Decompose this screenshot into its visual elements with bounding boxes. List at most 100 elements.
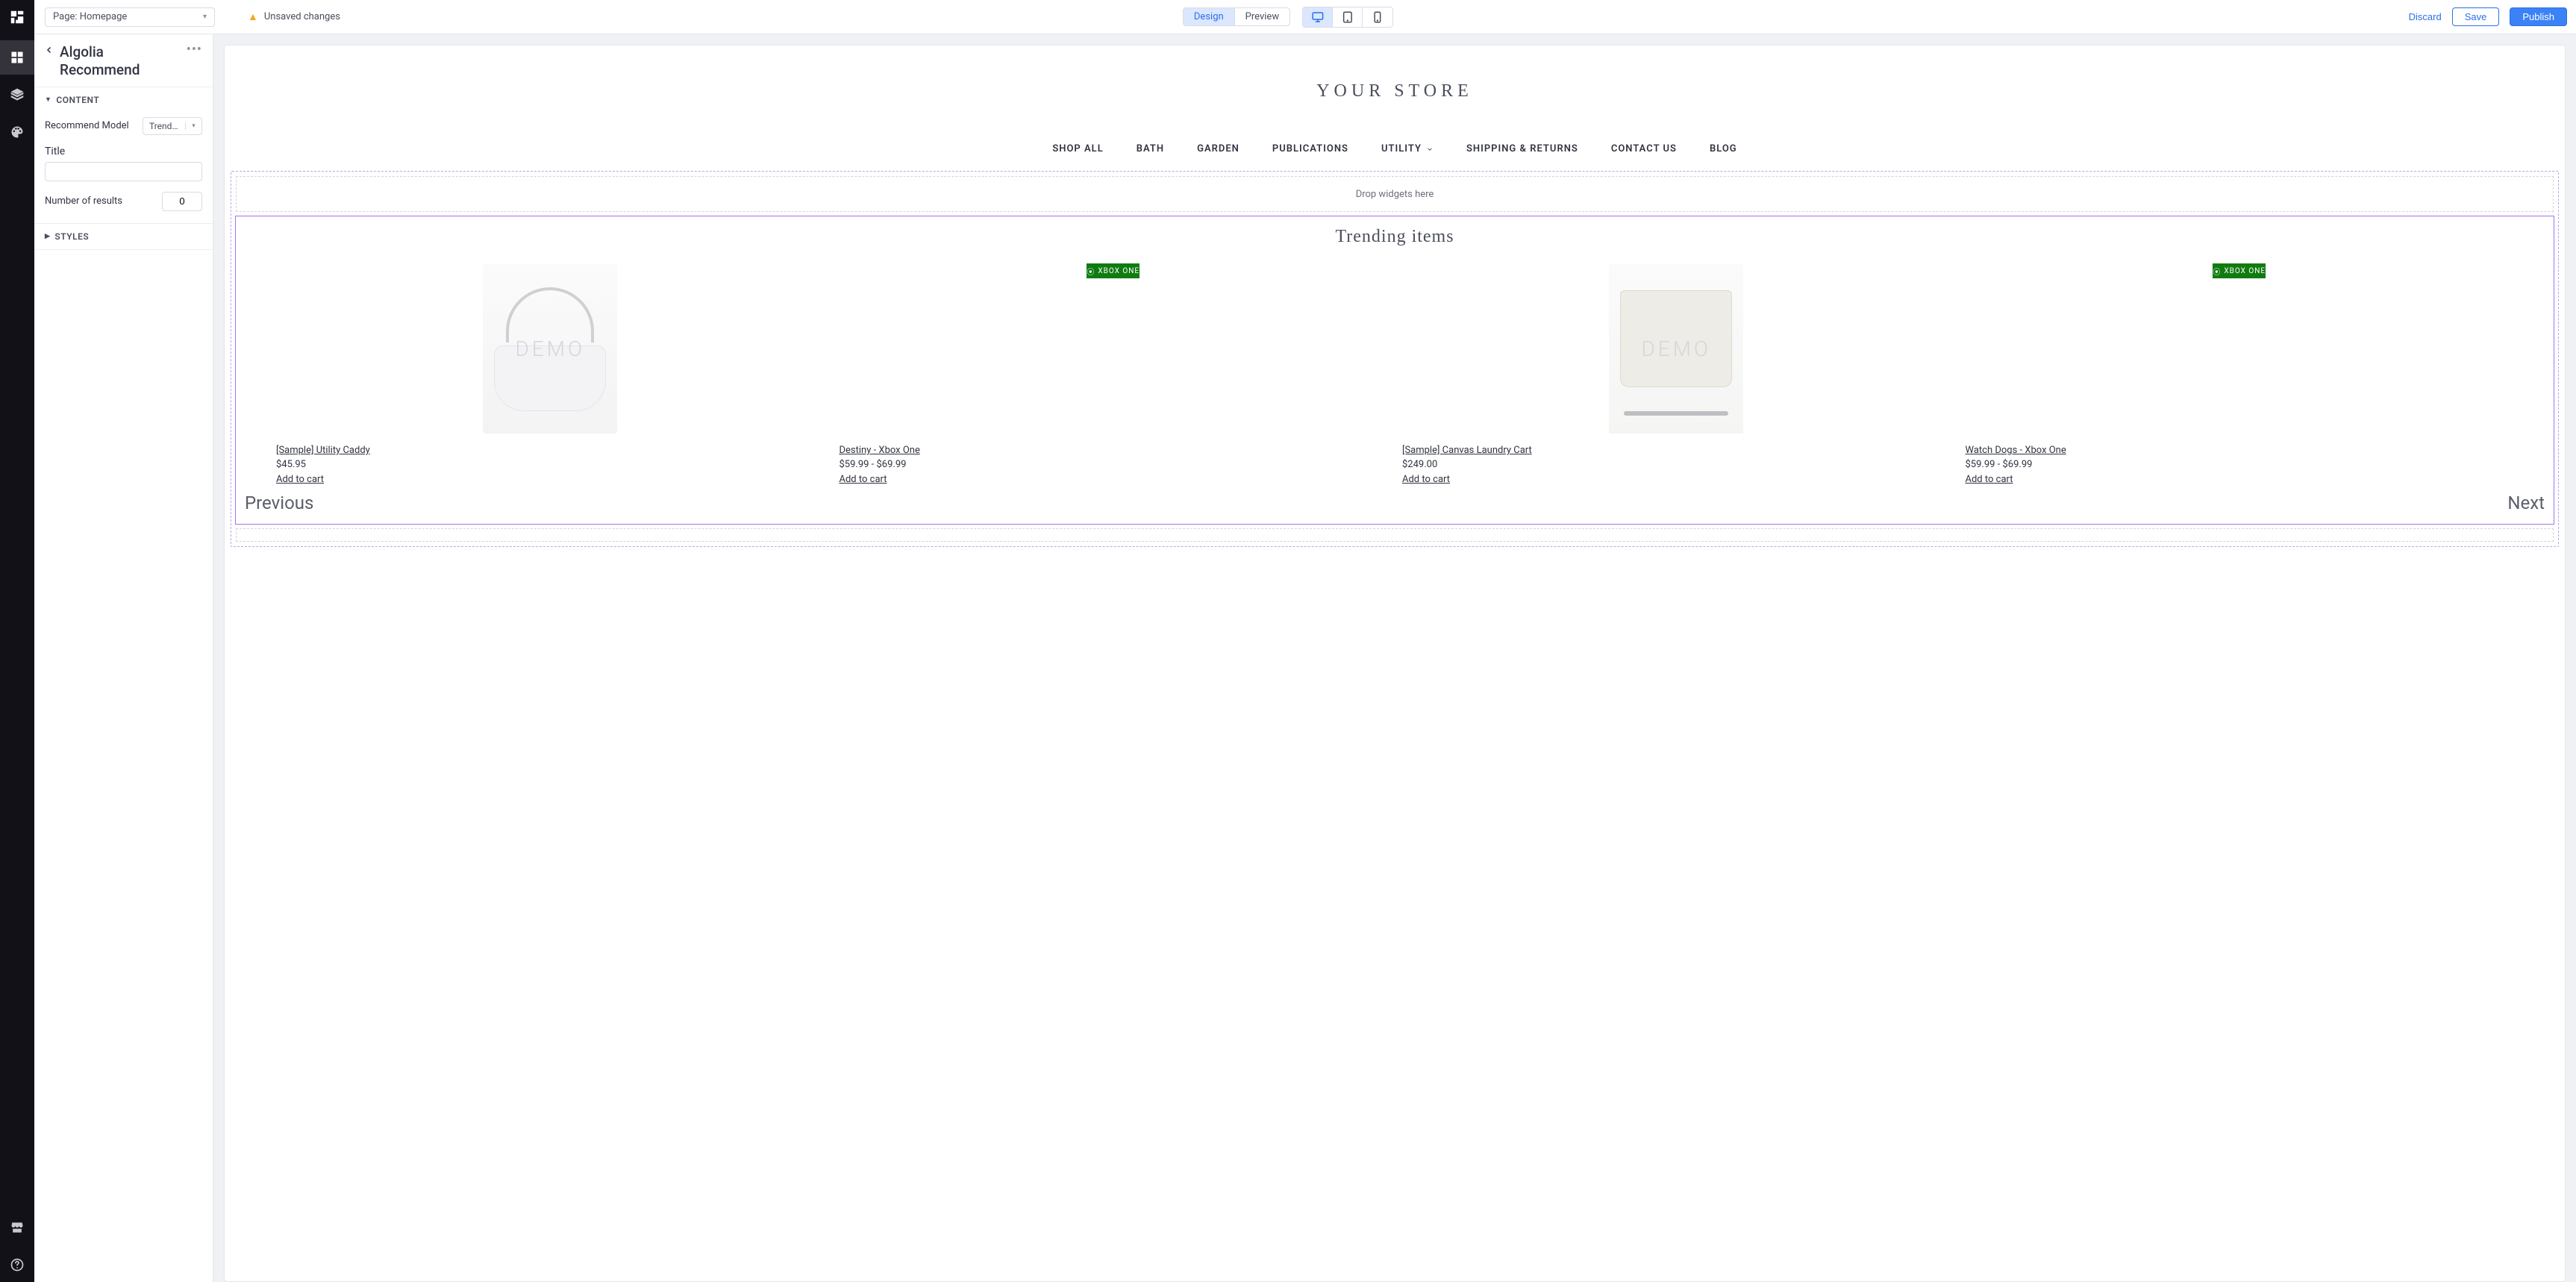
recommend-model-label: Recommend Model (45, 120, 129, 131)
mode-toggle: Design Preview (1183, 7, 1290, 26)
product-card: XBOX ONE T Destiny - Xbox One $59.99 - $… (840, 263, 1388, 485)
page-selector[interactable]: Page: Homepage ▾ (45, 7, 215, 27)
xbox-band: XBOX ONE (2213, 263, 2266, 278)
left-rail (0, 34, 34, 1282)
product-price: $45.95 (276, 459, 825, 470)
layers-icon (10, 87, 25, 102)
mode-preview[interactable]: Preview (1235, 8, 1289, 25)
product-image[interactable]: XBOX ONE M (2172, 263, 2307, 434)
mobile-icon (1371, 10, 1384, 24)
page-selector-label: Page: Homepage (53, 11, 127, 22)
section-content-header[interactable]: ▼ CONTENT (34, 87, 213, 113)
product-name-link[interactable]: [Sample] Utility Caddy (276, 445, 370, 456)
drop-zone-bottom[interactable] (236, 528, 2554, 542)
panel-header: Algolia Recommend ••• (34, 34, 213, 87)
nav-shop-all[interactable]: SHOP ALL (1052, 143, 1103, 154)
product-card: DEMO [Sample] Canvas Laundry Cart $249.0… (1402, 263, 1951, 485)
field-recommend-model: Recommend Model Trendi... ▾ (45, 117, 202, 135)
product-image[interactable]: DEMO (1609, 263, 1743, 434)
demo-watermark: DEMO (1642, 337, 1711, 361)
store-nav: SHOP ALL BATH GARDEN PUBLICATIONS UTILIT… (225, 143, 2565, 171)
rail-help[interactable] (0, 1248, 34, 1282)
pager-next[interactable]: Next (2507, 493, 2545, 513)
product-price: $59.99 - $69.99 (1966, 459, 2514, 470)
panel-title: Algolia Recommend (60, 43, 181, 79)
pager-prev[interactable]: Previous (245, 493, 313, 513)
product-meta: [Sample] Utility Caddy $45.95 Add to car… (276, 434, 825, 485)
store-title: YOUR STORE (225, 46, 2565, 143)
save-button[interactable]: Save (2452, 7, 2500, 26)
nav-shipping-returns[interactable]: SHIPPING & RETURNS (1466, 143, 1578, 154)
device-tablet[interactable] (1333, 7, 1363, 27)
widget-algolia-recommend[interactable]: Trending items DEMO [Sample] Utility Cad… (235, 216, 2554, 525)
drop-hint: Drop widgets here (1356, 189, 1434, 200)
topbar-left: Page: Homepage ▾ ▲ Unsaved changes (0, 0, 340, 34)
device-mobile[interactable] (1363, 7, 1392, 27)
panel-back-button[interactable] (45, 46, 54, 54)
xbox-band: XBOX ONE (1087, 263, 1139, 278)
pager: Previous Next (239, 485, 2551, 518)
discard-button[interactable]: Discard (2409, 11, 2442, 22)
rail-storefront[interactable] (0, 1210, 34, 1245)
rail-widgets[interactable] (0, 40, 34, 75)
nav-blog[interactable]: BLOG (1710, 143, 1737, 154)
device-desktop[interactable] (1303, 7, 1333, 27)
title-input[interactable] (45, 162, 202, 181)
product-image[interactable]: XBOX ONE T (1046, 263, 1181, 434)
field-title: Title (45, 146, 202, 181)
desktop-icon (1311, 10, 1325, 24)
add-to-cart-link[interactable]: Add to cart (1966, 474, 2013, 485)
add-to-cart-link[interactable]: Add to cart (1402, 474, 1450, 485)
main: Algolia Recommend ••• ▼ CONTENT Recommen… (0, 34, 2576, 1282)
brand-logo[interactable] (0, 0, 34, 34)
unsaved-indicator: ▲ Unsaved changes (248, 10, 340, 23)
caret-down-icon: ▾ (203, 13, 207, 21)
recommend-model-value: Trendi... (143, 121, 185, 131)
product-name-link[interactable]: [Sample] Canvas Laundry Cart (1402, 445, 1532, 456)
section-styles-header[interactable]: ▶ STYLES (34, 223, 213, 250)
product-card: DEMO [Sample] Utility Caddy $45.95 Add t… (276, 263, 825, 485)
help-icon (10, 1257, 25, 1272)
product-name-link[interactable]: Destiny - Xbox One (840, 445, 920, 456)
nav-contact-us[interactable]: CONTACT US (1611, 143, 1677, 154)
topbar-right: Discard Save Publish (2409, 7, 2567, 26)
palette-icon (10, 125, 25, 140)
product-name-link[interactable]: Watch Dogs - Xbox One (1966, 445, 2066, 456)
drop-zone-top[interactable]: Drop widgets here (236, 176, 2554, 212)
triangle-down-icon: ▼ (45, 96, 51, 104)
section-styles-label: STYLES (54, 231, 89, 242)
topbar: Page: Homepage ▾ ▲ Unsaved changes Desig… (0, 0, 2576, 34)
tablet-icon (1341, 10, 1354, 24)
product-meta: Destiny - Xbox One $59.99 - $69.99 Add t… (840, 434, 1388, 485)
add-to-cart-link[interactable]: Add to cart (276, 474, 324, 485)
nav-utility[interactable]: UTILITY (1381, 143, 1434, 154)
rail-layers[interactable] (0, 78, 34, 112)
recommend-model-select[interactable]: Trendi... ▾ (143, 117, 202, 135)
section-content-body: Recommend Model Trendi... ▾ Title Number… (34, 113, 213, 223)
caret-down-icon: ▾ (185, 122, 201, 130)
nav-utility-label: UTILITY (1381, 143, 1422, 154)
unsaved-label: Unsaved changes (264, 11, 340, 22)
nav-publications[interactable]: PUBLICATIONS (1272, 143, 1348, 154)
widget-title: Trending items (239, 227, 2551, 247)
panel-more-button[interactable]: ••• (187, 43, 202, 57)
nav-bath[interactable]: BATH (1137, 143, 1164, 154)
triangle-right-icon: ▶ (45, 233, 50, 240)
layout-region: Drop widgets here Trending items DEMO [S… (231, 171, 2559, 547)
product-price: $59.99 - $69.99 (840, 459, 1388, 470)
nav-garden[interactable]: GARDEN (1197, 143, 1239, 154)
add-to-cart-link[interactable]: Add to cart (840, 474, 887, 485)
rail-theme[interactable] (0, 115, 34, 149)
canvas-wrap[interactable]: YOUR STORE SHOP ALL BATH GARDEN PUBLICAT… (213, 34, 2576, 1282)
device-toggle (1302, 7, 1393, 28)
mode-design[interactable]: Design (1184, 8, 1235, 25)
field-num-results: Number of results (45, 192, 202, 211)
product-grid: DEMO [Sample] Utility Caddy $45.95 Add t… (239, 263, 2551, 485)
num-results-input[interactable] (162, 192, 202, 211)
topbar-center: Design Preview (1183, 7, 1393, 28)
section-content-label: CONTENT (56, 95, 99, 105)
product-image[interactable]: DEMO (483, 263, 617, 434)
canvas: YOUR STORE SHOP ALL BATH GARDEN PUBLICAT… (224, 45, 2566, 1282)
settings-panel: Algolia Recommend ••• ▼ CONTENT Recommen… (34, 34, 213, 1282)
publish-button[interactable]: Publish (2510, 7, 2567, 26)
